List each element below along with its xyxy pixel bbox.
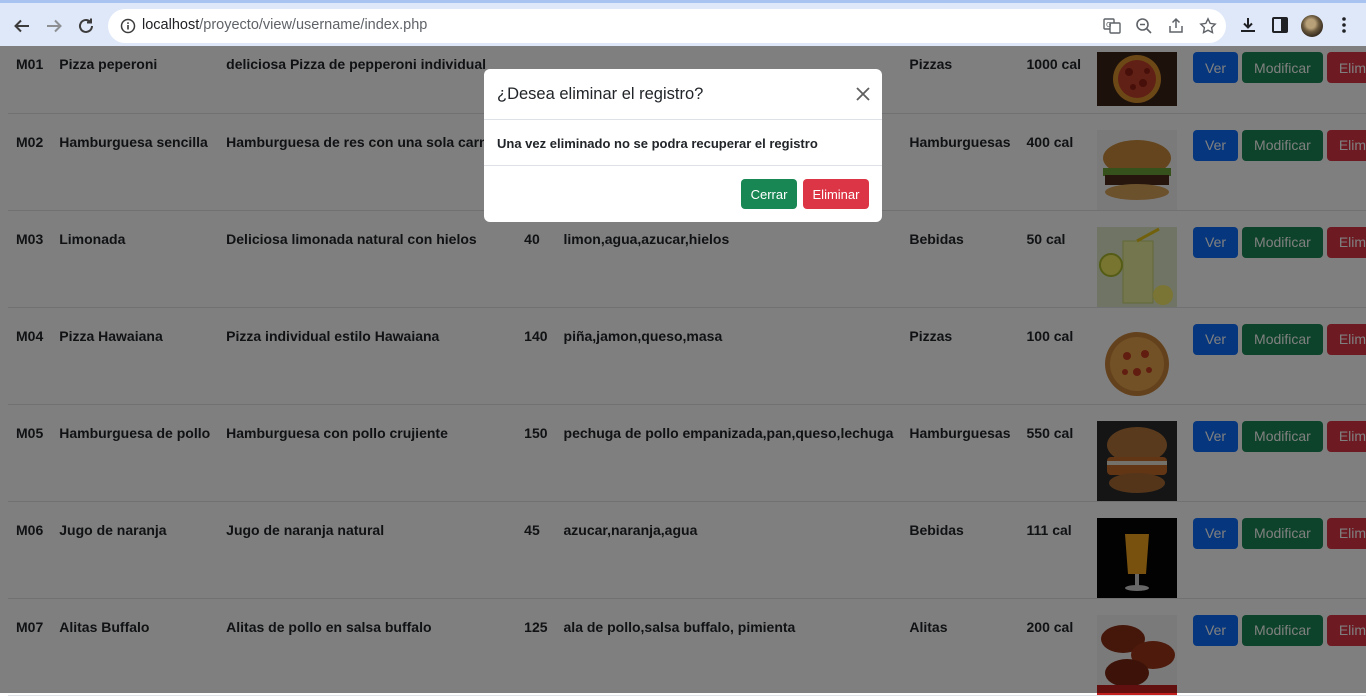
modal-footer: Cerrar Eliminar xyxy=(484,166,882,222)
arrow-right-icon xyxy=(47,19,62,33)
modal-message: Una vez eliminado no se podra recuperar … xyxy=(497,136,818,151)
zoom-out-icon[interactable] xyxy=(1135,17,1153,35)
share-icon[interactable] xyxy=(1167,17,1185,35)
svg-text:G: G xyxy=(1106,21,1111,29)
bookmark-star-icon[interactable] xyxy=(1199,17,1217,35)
translate-icon[interactable]: G xyxy=(1103,17,1121,35)
confirm-delete-button[interactable]: Eliminar xyxy=(803,179,869,209)
url-text: localhost/proyecto/view/username/index.p… xyxy=(142,17,427,33)
reload-icon xyxy=(79,18,93,33)
profile-avatar[interactable] xyxy=(1301,15,1323,37)
url-host: localhost xyxy=(142,17,200,33)
modal-title: ¿Desea eliminar el registro? xyxy=(497,85,704,103)
download-icon[interactable] xyxy=(1238,15,1258,35)
delete-confirm-modal: ¿Desea eliminar el registro? Una vez eli… xyxy=(484,69,882,222)
more-menu-icon[interactable] xyxy=(1334,15,1354,35)
url-path: /proyecto/view/username/index.php xyxy=(199,17,428,33)
arrow-left-icon xyxy=(14,19,29,33)
close-button[interactable]: Cerrar xyxy=(741,179,797,209)
modal-body: Una vez eliminado no se podra recuperar … xyxy=(484,120,882,166)
side-panel-icon[interactable] xyxy=(1270,15,1290,35)
close-icon[interactable] xyxy=(855,86,871,102)
modal-header: ¿Desea eliminar el registro? xyxy=(484,69,882,120)
info-icon[interactable] xyxy=(120,18,136,34)
